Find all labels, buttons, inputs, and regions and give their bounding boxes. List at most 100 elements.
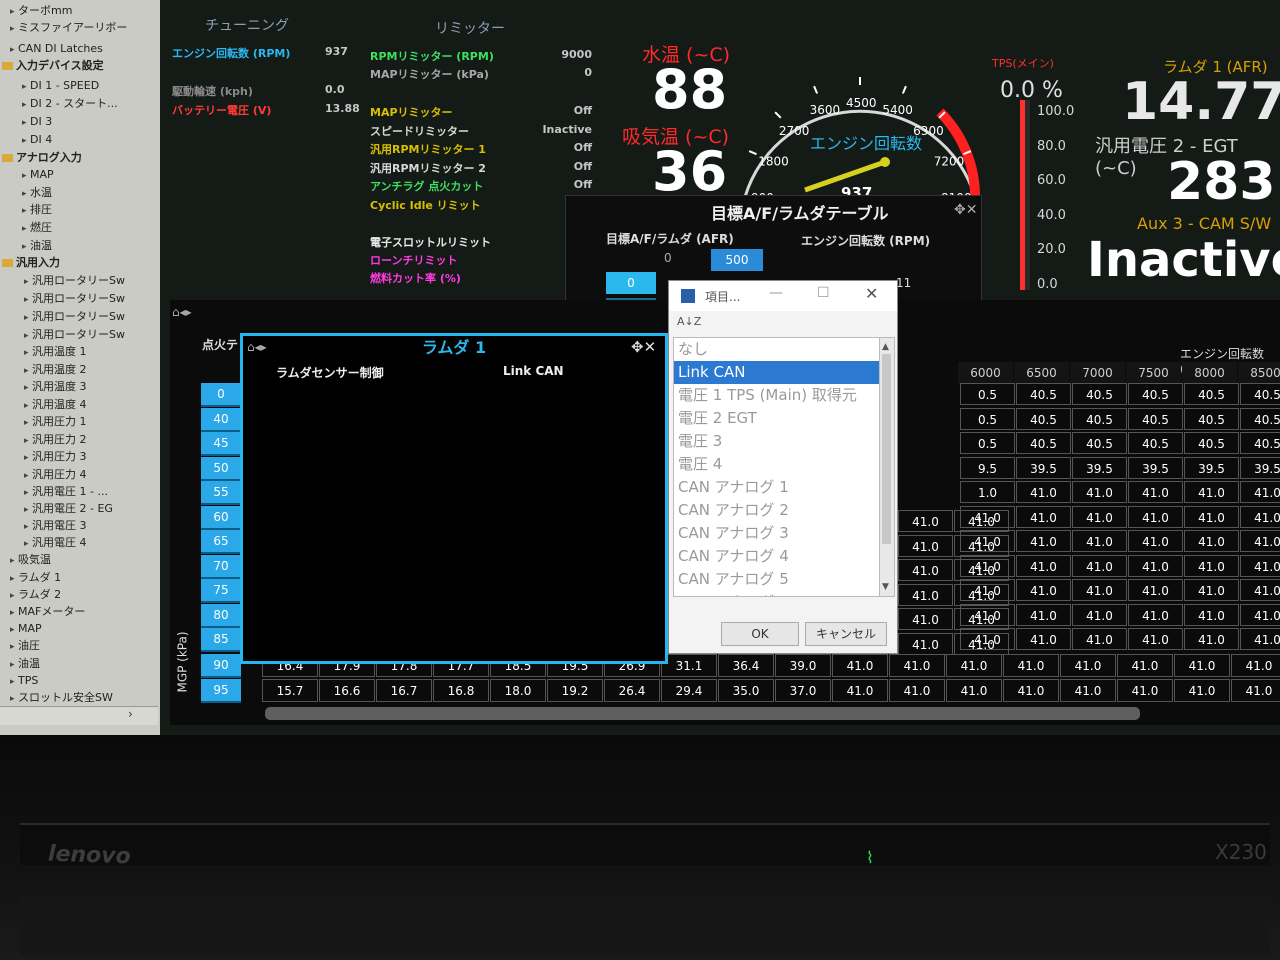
ignition-cell[interactable]: 41.0 [898,510,953,532]
tree-item[interactable]: ▸ MAFメーター [10,603,160,620]
tree-item[interactable]: ▸ ミスファイアーリボー [10,19,160,36]
dialog-list-item[interactable]: 電圧 2 EGT [674,407,880,430]
ignition-cell[interactable]: 41.0 [1184,579,1239,601]
ignition-col-header[interactable]: 7500 [1126,362,1181,384]
ignition-cell[interactable]: 40.5 [1184,432,1239,454]
dialog-list-item[interactable]: CAN アナログ 1 [674,476,880,499]
ignition-row-header[interactable]: 50 [201,456,241,481]
ignition-cell[interactable]: 41.0 [1016,628,1071,650]
ignition-cell[interactable]: 41.0 [898,632,953,655]
dialog-list-item[interactable]: Link CAN [674,361,880,384]
ignition-cell[interactable]: 36.4 [718,654,774,677]
ignition-cell[interactable]: 41.0 [1072,603,1127,626]
ignition-cell[interactable]: 41.0 [1184,505,1239,528]
ignition-row-header[interactable]: 45 [201,432,241,456]
ignition-cell[interactable]: 41.0 [1072,554,1127,577]
tree-item[interactable]: ▸ ラムダ 2 [10,586,160,603]
ignition-row-header[interactable]: 40 [201,407,241,432]
ignition-cell[interactable]: 41.0 [1240,505,1280,528]
dialog-list-item[interactable]: なし [674,338,880,361]
ignition-cell[interactable]: 41.0 [1174,679,1230,702]
ignition-row-header[interactable]: 70 [201,554,241,579]
item-select-dialog[interactable]: 項目... — ☐ ✕ A↓Z なし Link CAN 電圧 1 TPS (Main… [668,280,898,654]
tree-item[interactable]: ▸ DI 2 - スタート... [22,95,160,112]
lambda-1-window[interactable]: ⌂◂▸ ラムダ 1 ✥✕ ラムダセンサー制御 Link CAN [240,333,668,664]
tree-item[interactable]: ▸ MAP [10,620,160,637]
dialog-list-item[interactable]: CAN アナログ 4 [674,545,880,568]
ignition-col-header[interactable]: 6500 [1014,362,1069,384]
ignition-cell[interactable]: 40.5 [1128,432,1183,454]
tree-item[interactable]: ▸ 汎用電圧 3 [24,517,160,534]
ok-button[interactable]: OK [721,622,799,646]
ignition-cell[interactable]: 41.0 [1117,654,1173,677]
ignition-cell[interactable]: 41.0 [1072,481,1127,503]
sort-icon[interactable]: A↓Z [677,315,701,328]
ignition-cell[interactable]: 41.0 [946,679,1002,702]
ignition-cell[interactable]: 41.0 [889,654,945,677]
tree-folder[interactable]: 入力デバイス設定 [2,57,160,74]
ignition-row-header[interactable]: 60 [201,505,241,530]
ignition-cell[interactable]: 41.0 [1128,628,1183,650]
ignition-cell[interactable]: 41.0 [898,559,953,581]
ignition-cell[interactable]: 39.0 [775,654,831,677]
tree-item[interactable]: ▸ 汎用圧力 2 [24,431,160,448]
tree-item[interactable]: ▸ 汎用温度 1 [24,343,160,360]
ignition-cell[interactable]: 41.0 [1174,654,1230,677]
ignition-cell[interactable]: 16.6 [319,679,375,702]
ignition-cell[interactable]: 41.0 [1003,679,1059,702]
ignition-col-header[interactable]: 8500 [1238,362,1280,384]
tree-item[interactable]: ▸ スロットル安全SW [10,689,160,706]
tree-item[interactable]: ▸ CAN DI Latches [10,40,160,57]
ignition-cell[interactable]: 41.0 [1060,654,1116,677]
ignition-cell[interactable]: 40.5 [1128,383,1183,405]
ignition-cell[interactable]: 41.0 [954,583,1009,606]
ignition-cell[interactable]: 40.5 [1072,383,1127,405]
tree-item[interactable]: ▸ TPS [10,672,160,689]
window-move-icon[interactable]: ✥✕ [954,202,977,218]
window-nav-icons[interactable]: ⌂◂▸ [172,305,192,319]
ignition-cell[interactable]: 19.2 [547,679,603,702]
window-close-icon[interactable]: ✥✕ [631,338,656,356]
cancel-button[interactable]: キャンセル [805,622,887,646]
ignition-cell[interactable]: 41.0 [1117,679,1173,702]
ignition-cell[interactable]: 18.0 [490,679,546,702]
ignition-cell[interactable]: 41.0 [1128,554,1183,577]
ignition-cell[interactable]: 40.5 [1184,407,1239,430]
ignition-cell[interactable]: 41.0 [1184,603,1239,626]
ignition-cell[interactable]: 41.0 [1072,628,1127,650]
ignition-cell[interactable]: 35.0 [718,679,774,702]
ignition-cell[interactable]: 41.0 [1128,505,1183,528]
ignition-cell[interactable]: 41.0 [898,608,953,630]
afr-cell-value[interactable]: 11 [896,276,911,290]
ignition-cell[interactable]: 26.4 [604,679,660,702]
ignition-cell[interactable]: 41.0 [832,679,888,702]
ignition-col-header[interactable]: 7000 [1070,362,1125,384]
ignition-cell[interactable]: 29.4 [661,679,717,702]
tree-item[interactable]: ▸ 油圧 [10,637,160,654]
ignition-cell[interactable]: 31.1 [661,654,717,677]
tree-item[interactable]: ▸ ターボmm [10,2,160,19]
tree-item[interactable]: ▸ 汎用温度 2 [24,361,160,378]
dialog-list-item[interactable]: CAN アナログ 5 [674,568,880,591]
dialog-list-item[interactable]: CAN アナログ 6 [674,591,880,596]
tree-item[interactable]: ▸ DI 4 [22,131,160,148]
dialog-list-item[interactable]: 電圧 1 TPS (Main) 取得元 [674,384,880,407]
ignition-cell[interactable]: 40.5 [1016,432,1071,454]
ignition-cell[interactable]: 41.0 [1128,603,1183,626]
ignition-cell[interactable]: 41.0 [1184,481,1239,503]
horizontal-scrollbar[interactable] [265,707,1140,720]
tree-item[interactable]: ▸ DI 1 - SPEED [22,77,160,94]
tree-item[interactable]: ▸ 汎用ロータリーSw [24,326,160,343]
ignition-cell[interactable]: 41.0 [898,534,953,557]
ignition-row-header[interactable]: 65 [201,530,241,554]
ignition-row-header[interactable]: 75 [201,579,241,603]
tree-folder[interactable]: アナログ入力 [2,149,160,166]
ignition-cell[interactable]: 41.0 [1128,481,1183,503]
ignition-cell[interactable]: 41.0 [1016,505,1071,528]
ignition-cell[interactable]: 41.0 [1240,554,1280,577]
ignition-cell[interactable]: 41.0 [1003,654,1059,677]
dialog-list-item[interactable]: 電圧 4 [674,453,880,476]
afr-row-selected[interactable]: 0 [606,272,656,294]
tree-folder[interactable]: 汎用入力 [2,254,160,271]
afr-col-selected[interactable]: 500 [711,249,763,271]
